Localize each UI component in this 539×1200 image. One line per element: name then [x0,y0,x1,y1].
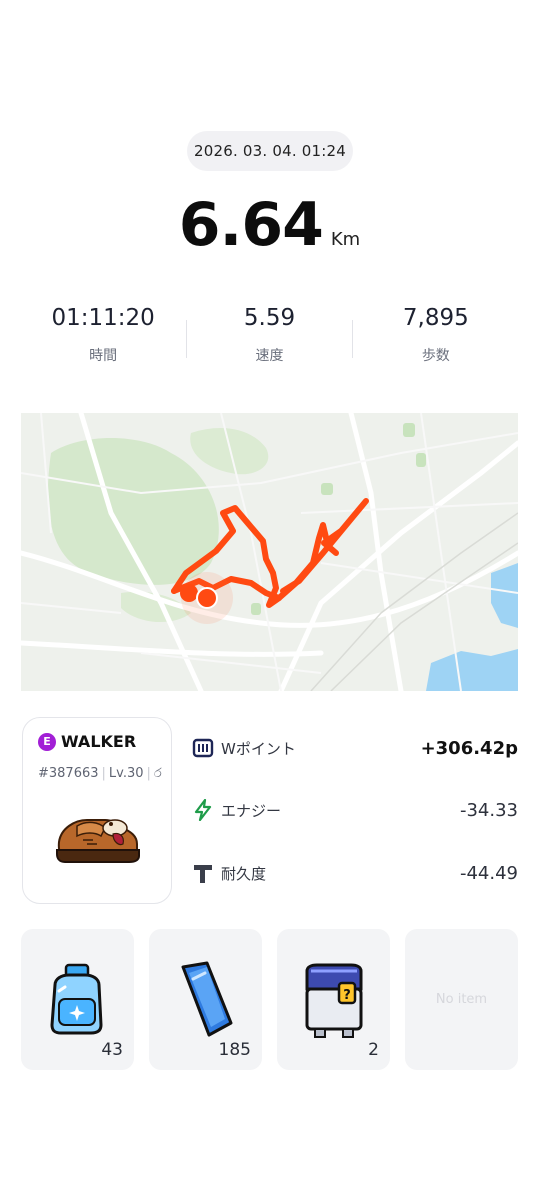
route-map-canvas [21,413,518,691]
walker-title: E WALKER [38,732,136,751]
walker-id: #387663 [38,766,99,781]
svg-text:?: ? [343,988,351,1003]
reward-wpoint: Wポイント +306.42p [192,733,518,763]
stat-steps: 7,895 歩数 [353,305,519,375]
reward-durability: 耐久度 -44.49 [192,858,518,888]
route-end-marker [196,587,218,609]
distance-value: 6.64 [178,190,324,260]
route-start-marker [180,584,198,602]
stat-divider [186,320,187,358]
item-count: 2 [368,1040,379,1060]
item-count: 43 [101,1040,123,1060]
distance-unit: Km [330,229,361,250]
distance-display: 6.64 Km [0,190,539,270]
activity-stats: 01:11:20 時間 5.59 速度 7,895 歩数 [20,305,519,375]
walker-grade-badge: E [38,732,56,751]
no-item-label: No item [435,992,488,1007]
w-point-icon [192,737,214,759]
reward-energy: エナジー -34.33 [192,795,518,825]
item-slot-mystery-box[interactable]: ? 2 [277,929,390,1070]
reward-energy-label: エナジー [221,801,282,820]
energy-bolt-icon [192,799,214,821]
activity-date: 2026. 03. 04. 01:24 [187,131,353,171]
walker-name: WALKER [61,732,137,751]
item-count: 185 [218,1040,251,1060]
reward-wpoint-value: +306.42p [420,737,518,759]
item-slot-gem[interactable]: 185 [149,929,262,1070]
walker-shoe-card[interactable]: E WALKER #387663 | Lv.30 | ර [22,717,172,904]
route-map[interactable] [21,413,518,691]
walker-extra: ර [153,766,162,781]
sneaker-icon [56,819,140,863]
reward-durability-label: 耐久度 [221,864,267,883]
stat-speed: 5.59 速度 [186,305,352,375]
stat-time-label: 時間 [89,348,118,364]
stat-time-value: 01:11:20 [51,305,155,331]
stat-speed-label: 速度 [255,348,284,364]
reward-energy-value: -34.33 [459,799,518,821]
reward-wpoint-label: Wポイント [221,739,296,758]
activity-result-sheet: 2026. 03. 04. 01:24 6.64 Km 01:11:20 時間 … [0,0,539,1200]
reward-durability-value: -44.49 [459,862,518,884]
durability-icon [192,862,214,884]
stat-time: 01:11:20 時間 [20,305,186,375]
walker-level: Lv.30 [108,766,144,781]
stat-divider [352,320,353,358]
stat-steps-value: 7,895 [402,305,469,331]
item-slot-detergent[interactable]: 43 [21,929,134,1070]
item-slot-empty: No item [405,929,518,1070]
walker-meta: #387663 | Lv.30 | ර [38,766,162,781]
stat-steps-label: 歩数 [421,348,450,364]
stat-speed-value: 5.59 [243,305,296,331]
